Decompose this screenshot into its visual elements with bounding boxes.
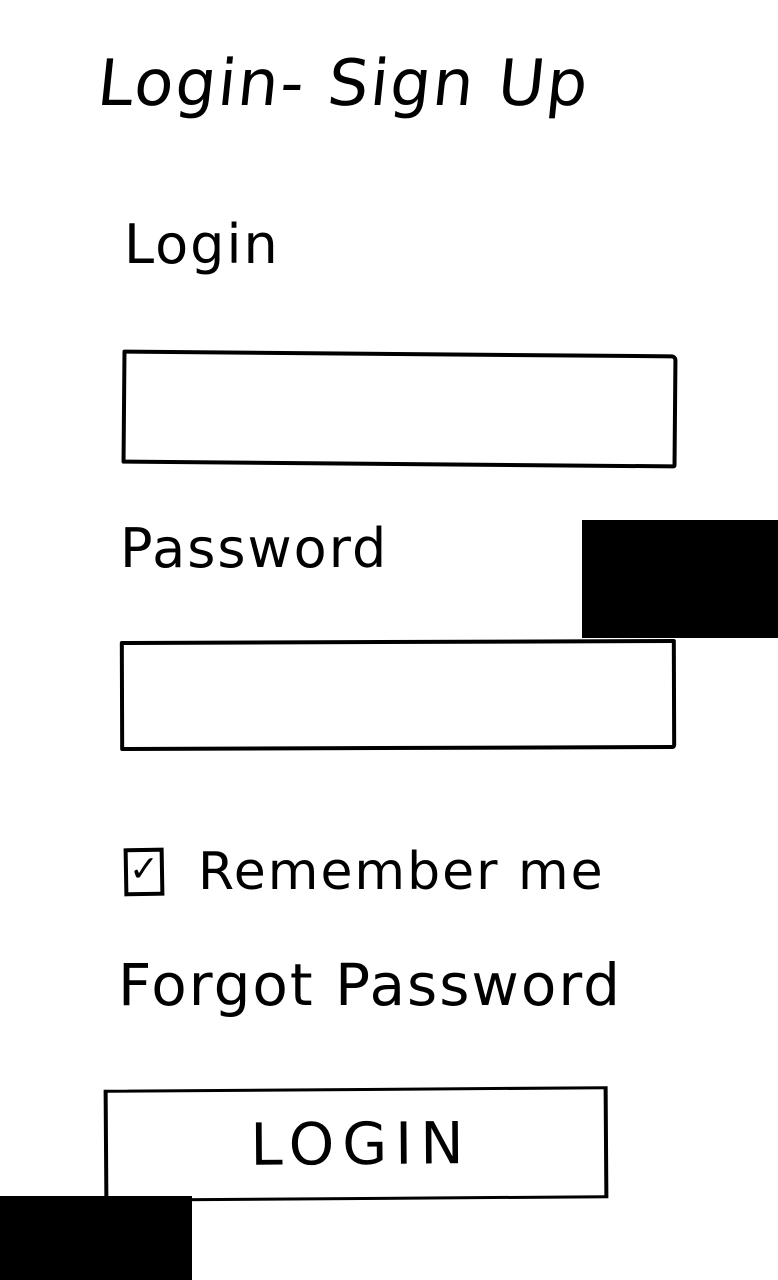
remember-me-row: ✓ Remember me — [123, 842, 605, 902]
redaction-block — [0, 1196, 192, 1280]
login-button[interactable]: LOGIN — [103, 1086, 609, 1202]
password-label: Password — [120, 517, 389, 580]
login-button-label: LOGIN — [250, 1109, 472, 1179]
checkmark-icon: ✓ — [128, 848, 160, 891]
remember-me-checkbox[interactable]: ✓ — [123, 847, 165, 897]
page-title: Login- Sign Up — [94, 47, 594, 121]
login-input[interactable] — [125, 353, 674, 465]
password-input[interactable] — [123, 643, 673, 747]
login-label: Login — [124, 213, 280, 276]
forgot-password-link[interactable]: Forgot Password — [118, 956, 622, 1014]
remember-me-label[interactable]: Remember me — [198, 846, 605, 898]
password-field[interactable] — [119, 639, 677, 751]
redaction-block — [582, 520, 778, 638]
login-field[interactable] — [121, 349, 678, 469]
